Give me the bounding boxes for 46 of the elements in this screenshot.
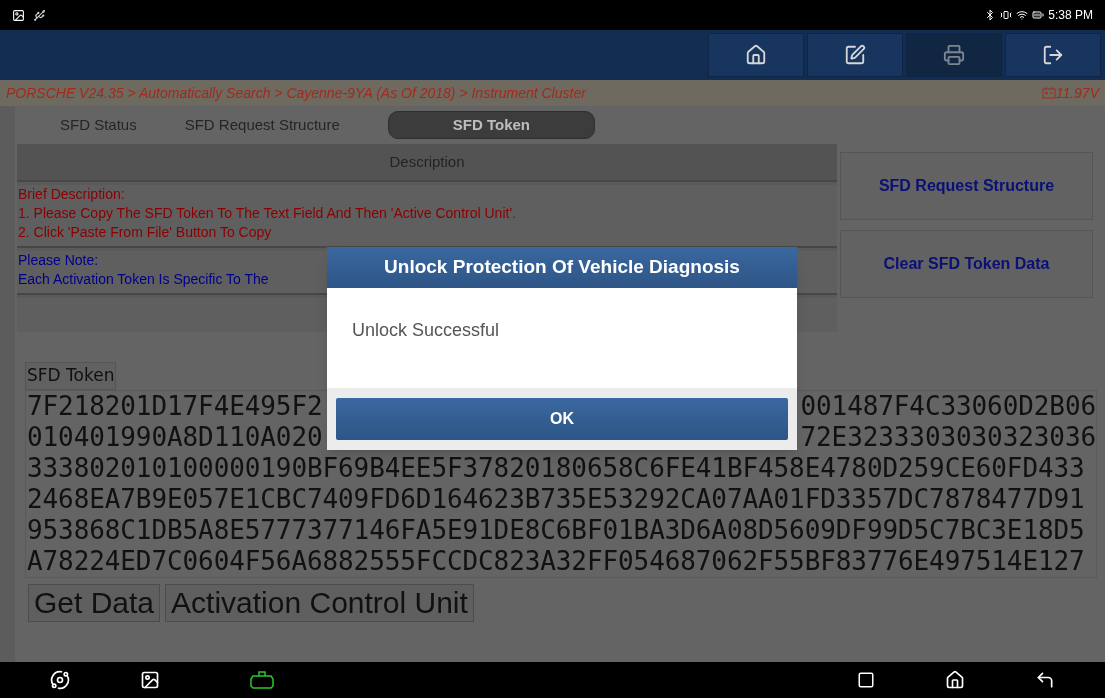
edit-icon xyxy=(844,44,866,66)
usb-icon xyxy=(33,8,46,22)
toolbar-button[interactable] xyxy=(1005,33,1101,77)
exit-icon xyxy=(1042,44,1064,66)
image-icon xyxy=(12,8,25,22)
side-button[interactable]: SFD Request Structure xyxy=(840,152,1093,220)
token-text: 010401990A8D110A020 xyxy=(27,421,323,453)
description-text: Each Activation Token Is Specific To The xyxy=(18,270,269,289)
description-text: Brief Description: xyxy=(18,185,125,204)
gallery-icon xyxy=(140,670,160,690)
toolbar-button[interactable] xyxy=(708,33,804,77)
toolbar-button[interactable] xyxy=(807,33,903,77)
breadcrumb-path: PORSCHE V24.35 > Automatically Search > Cayenne-9YA (As Of 2018) > Instrument Cluster xyxy=(6,83,586,103)
battery-voltage-icon xyxy=(1041,87,1056,99)
token-text: 333802010100000190BF69B4EE5F37820180658C6FE41BF458E4780D259CE60FD433 xyxy=(27,452,1085,484)
dialog-title: Unlock Protection Of Vehicle Diagnosis xyxy=(327,247,797,288)
side-button[interactable]: Clear SFD Token Data xyxy=(840,230,1093,298)
token-text: 2468EA7B9E057E1CBC7409FD6D164623B735E53292CA07AA01FD3357DC7878477D91 xyxy=(27,483,1085,515)
description-text: 1. Please Copy The SFD Token To The Text Field And Then 'Active Control Unit'. xyxy=(18,204,516,223)
recent-apps-icon xyxy=(857,671,875,689)
tab[interactable]: SFD Status xyxy=(60,111,185,139)
action-button[interactable]: Get Data xyxy=(28,583,161,622)
token-text: 72E3233303030323036 xyxy=(800,421,1096,453)
battery-icon xyxy=(1032,9,1045,21)
token-text: 001487F4C33060D2B06 xyxy=(800,390,1096,422)
action-button[interactable]: Activation Control Unit xyxy=(165,583,474,622)
tab[interactable]: SFD Request Structure xyxy=(184,111,388,139)
token-text: 7F218201D17F4E495F2 xyxy=(27,390,323,422)
vci-connector-icon xyxy=(250,670,274,690)
tab[interactable]: SFD Token xyxy=(387,111,595,139)
home-icon xyxy=(745,44,767,66)
wifi-icon xyxy=(1016,9,1029,21)
vibrate-icon xyxy=(1000,9,1013,21)
description-text: 2. Click 'Paste From File' Button To Copy xyxy=(18,223,272,242)
home-icon xyxy=(945,670,965,690)
dialog-message: Unlock Successful xyxy=(352,318,500,342)
voltage-reading: 11.97V xyxy=(1055,83,1099,103)
ok-button[interactable]: OK xyxy=(336,398,788,440)
token-text: A78224ED7C0604F56A6882555FCCDC823A32FF054687062F55BF83776E497514E127 xyxy=(27,545,1085,577)
description-text: Please Note: xyxy=(18,251,99,270)
token-label: SFD Token xyxy=(25,362,117,390)
clock: 5:38 PM xyxy=(1048,7,1093,24)
back-icon xyxy=(1035,670,1055,690)
orbit-icon xyxy=(50,670,70,690)
printer-icon xyxy=(943,44,965,66)
token-text: 953868C1DB5A8E5777377146FA5E91DE8C6BF01BA3D6A08D5609DF99D5C7BC3E18D5 xyxy=(27,514,1085,546)
